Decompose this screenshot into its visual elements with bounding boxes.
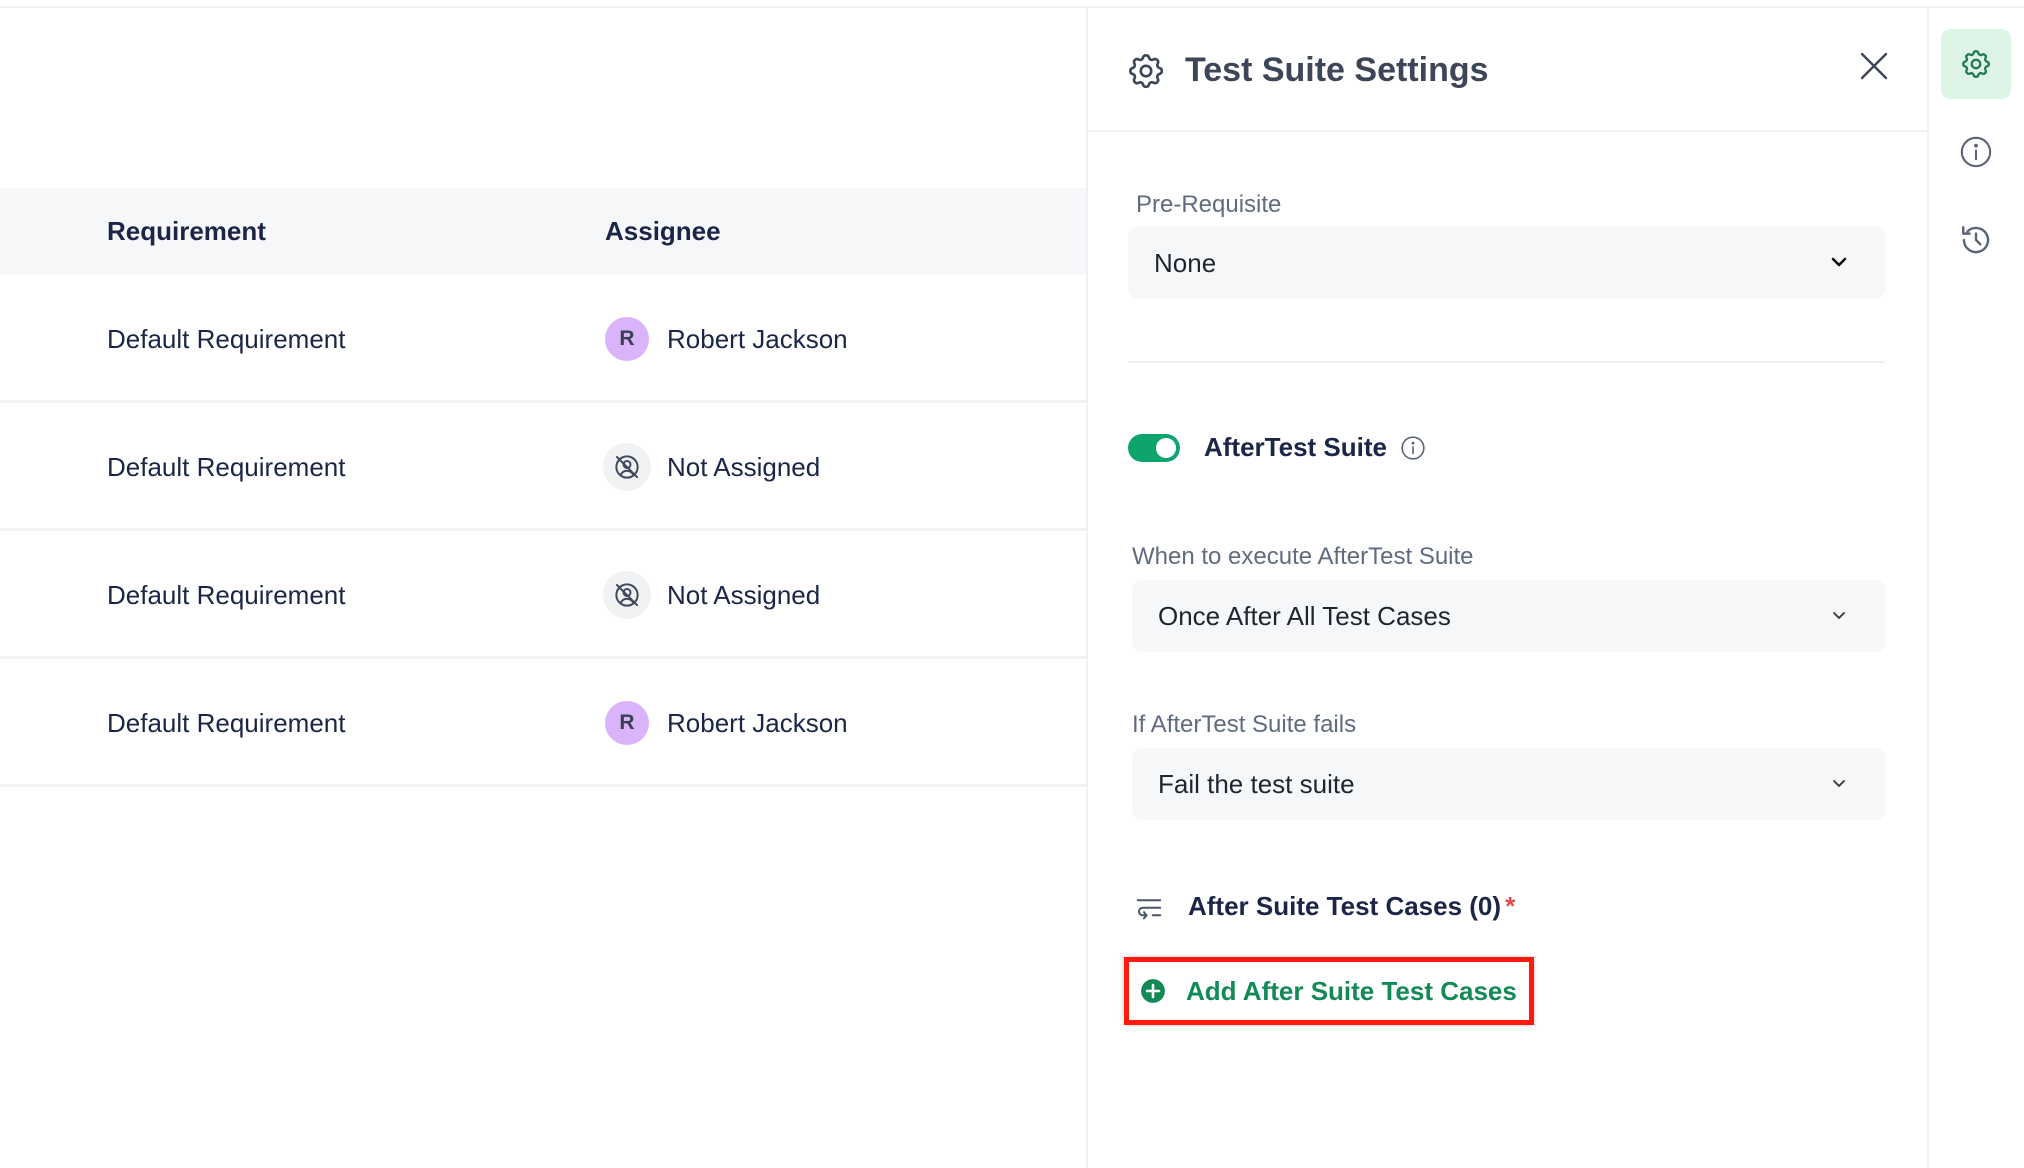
assignee-name: Robert Jackson [667,707,848,738]
assignee-name: Not Assigned [667,579,821,610]
add-after-suite-test-cases-button[interactable]: Add After Suite Test Cases [1124,957,1534,1025]
avatar: R [605,701,649,745]
if-fails-value: Fail the test suite [1158,769,1355,799]
info-icon[interactable] [1400,435,1426,461]
after-suite-test-cases-count: After Suite Test Cases (0) [1188,891,1502,921]
close-icon[interactable] [1856,48,1892,84]
prerequisite-value: None [1154,248,1217,278]
avatar: R [605,317,649,361]
prerequisite-label: Pre-Requisite [1136,191,1282,218]
when-to-execute-label: When to execute AfterTest Suite [1132,543,1474,570]
table-row[interactable]: Default Requirement Not Assigned [0,403,1087,531]
add-button-label: Add After Suite Test Cases [1186,976,1517,1006]
chevron-down-icon [1833,780,1845,787]
plus-circle-icon [1141,979,1165,1003]
aftertest-suite-label: AfterTest Suite [1204,432,1387,462]
right-icon-rail [1929,8,2024,1168]
rail-history-button[interactable] [1941,205,2011,275]
table-row[interactable]: Default Requirement R Robert Jackson [0,659,1087,787]
requirement-cell: Default Requirement [107,452,346,482]
table-header: Requirement Assignee [0,188,1087,275]
test-cases-list-icon [1136,899,1162,920]
requirements-table: Requirement Assignee Default Requirement… [0,8,1087,1168]
unassigned-user-icon [603,443,651,491]
history-icon [1962,226,1990,254]
panel-title: Test Suite Settings [1185,51,1489,89]
rail-info-button[interactable] [1941,117,2011,187]
gear-icon [1962,50,1990,78]
requirement-cell: Default Requirement [107,580,346,610]
assignee-cell[interactable]: R Robert Jackson [605,275,848,403]
gear-icon [1128,53,1164,89]
table-row[interactable]: Default Requirement R Robert Jackson [0,275,1087,403]
after-suite-test-cases-title: After Suite Test Cases (0) * [1188,886,1515,926]
assignee-cell[interactable]: Not Assigned [603,403,821,531]
assignee-name: Not Assigned [667,451,821,482]
if-fails-label: If AfterTest Suite fails [1132,711,1357,738]
toggle-knob [1156,438,1176,458]
chevron-down-icon [1831,257,1847,267]
aftertest-suite-toggle[interactable] [1128,434,1180,462]
required-marker: * [1505,891,1516,921]
assignee-name: Robert Jackson [667,323,848,354]
requirement-cell: Default Requirement [107,708,346,738]
table-row[interactable]: Default Requirement Not Assigned [0,531,1087,659]
requirement-cell: Default Requirement [107,324,346,354]
rail-settings-button[interactable] [1941,29,2011,99]
unassigned-user-icon [603,571,651,619]
column-header-requirement: Requirement [107,216,266,246]
prerequisite-select[interactable]: None [1128,227,1885,299]
when-to-execute-select[interactable]: Once After All Test Cases [1132,580,1885,652]
test-suite-settings-panel: Test Suite Settings Pre-Requisite None A… [1088,8,1927,1168]
assignee-cell[interactable]: Not Assigned [603,531,821,659]
when-to-execute-value: Once After All Test Cases [1158,601,1451,631]
chevron-down-icon [1833,612,1845,619]
info-icon [1960,136,1992,168]
panel-header: Test Suite Settings [1088,8,1927,132]
column-header-assignee: Assignee [605,216,721,246]
assignee-cell[interactable]: R Robert Jackson [605,659,848,787]
if-fails-select[interactable]: Fail the test suite [1132,748,1885,820]
section-divider [1128,361,1885,363]
